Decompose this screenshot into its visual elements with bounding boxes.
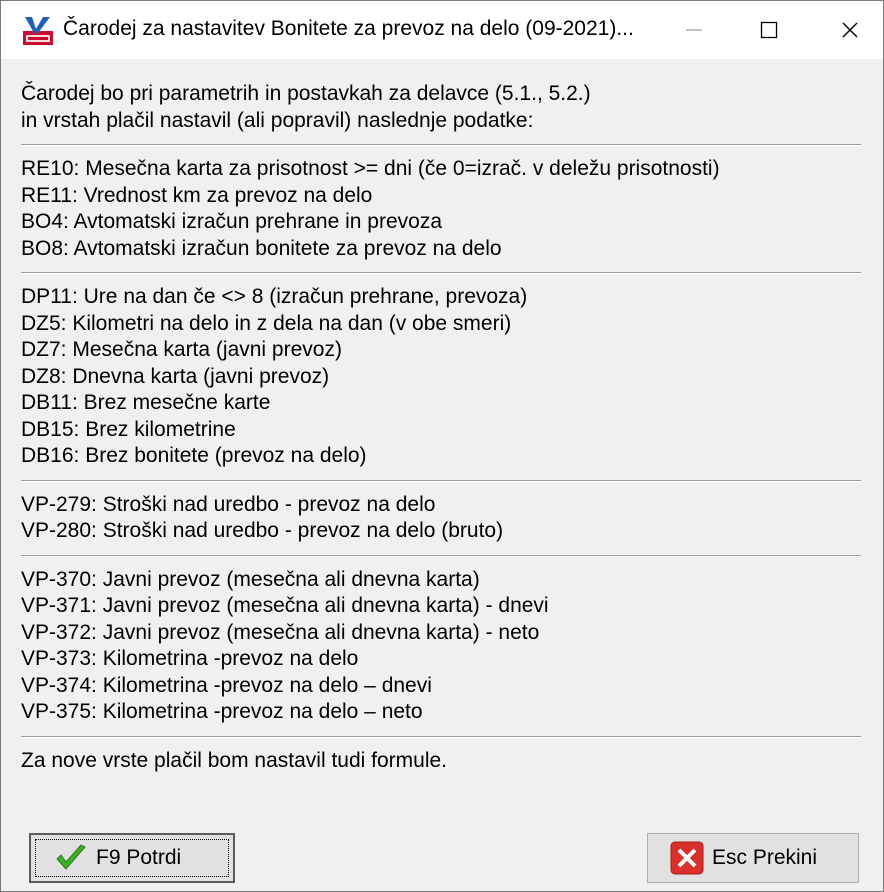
setting-line: VP-279: Stroški nad uredbo - prevoz na d… (21, 492, 436, 516)
maximize-icon (760, 21, 778, 39)
setting-line: DB16: Brez bonitete (prevoz na delo) (21, 444, 367, 467)
separator (21, 272, 861, 274)
footer-note: Za nove vrste plačil bom nastavil tudi f… (21, 748, 448, 772)
close-icon (842, 22, 858, 38)
red-x-icon (670, 841, 704, 875)
separator (21, 479, 861, 482)
setting-line: VP-374: Kilometrina -prevoz na delo – dn… (21, 673, 432, 697)
setting-line: DZ8: Dnevna karta (javni prevoz) (21, 364, 330, 388)
cancel-button-label: Esc Prekini (712, 846, 818, 869)
setting-line: VP-372: Javni prevoz (mesečna ali dnevna… (21, 620, 540, 644)
setting-line: DZ5: Kilometri na delo in z dela na dan … (21, 311, 512, 335)
title-bar[interactable]: Čarodej za nastavitev Bonitete za prevoz… (1, 1, 883, 59)
intro-line: in vrstah plačil nastavil (ali popravil)… (21, 108, 534, 132)
setting-line: DB15: Brez kilometrine (21, 417, 236, 441)
setting-line: DZ7: Mesečna karta (javni prevoz) (21, 338, 342, 361)
setting-line: VP-373: Kilometrina -prevoz na delo (21, 647, 359, 670)
confirm-button-label: F9 Potrdi (96, 846, 182, 869)
setting-line: RE10: Mesečna karta za prisotnost >= dni… (21, 157, 720, 180)
intro-line: Čarodej bo pri parametrih in postavkah z… (21, 82, 591, 105)
separator (21, 144, 861, 146)
maximize-button[interactable] (738, 1, 800, 59)
setting-line: DP11: Ure na dan če <> 8 (izračun prehra… (21, 285, 528, 308)
setting-line: VP-280: Stroški nad uredbo - prevoz na d… (21, 519, 504, 542)
setting-line: VP-370: Javni prevoz (mesečna ali dnevna… (21, 567, 480, 591)
setting-line: RE11: Vrednost km za prevoz na delo (21, 183, 373, 207)
setting-line: VP-371: Javni prevoz (mesečna ali dnevna… (21, 594, 549, 617)
separator (21, 554, 861, 557)
app-icon (23, 15, 53, 45)
setting-line: BO4: Avtomatski izračun prehrane in prev… (21, 210, 442, 233)
minimize-icon (686, 29, 702, 31)
minimize-button[interactable] (663, 1, 725, 59)
focus-rect: F9 Potrdi (35, 839, 229, 877)
setting-line: BO8: Avtomatski izračun bonitete za prev… (21, 236, 502, 260)
separator (21, 735, 861, 738)
setting-line: DB11: Brez mesečne karte (21, 391, 271, 414)
close-button[interactable] (819, 1, 881, 59)
setting-line: VP-375: Kilometrina -prevoz na delo – ne… (21, 700, 423, 723)
cancel-button[interactable]: Esc Prekini (647, 833, 859, 883)
dialog-window: Čarodej za nastavitev Bonitete za prevoz… (0, 0, 884, 892)
dialog-body: Čarodej bo pri parametrih in postavkah z… (11, 81, 875, 774)
confirm-button[interactable]: F9 Potrdi (29, 833, 235, 883)
window-title: Čarodej za nastavitev Bonitete za prevoz… (63, 17, 634, 40)
checkmark-icon (54, 841, 88, 875)
